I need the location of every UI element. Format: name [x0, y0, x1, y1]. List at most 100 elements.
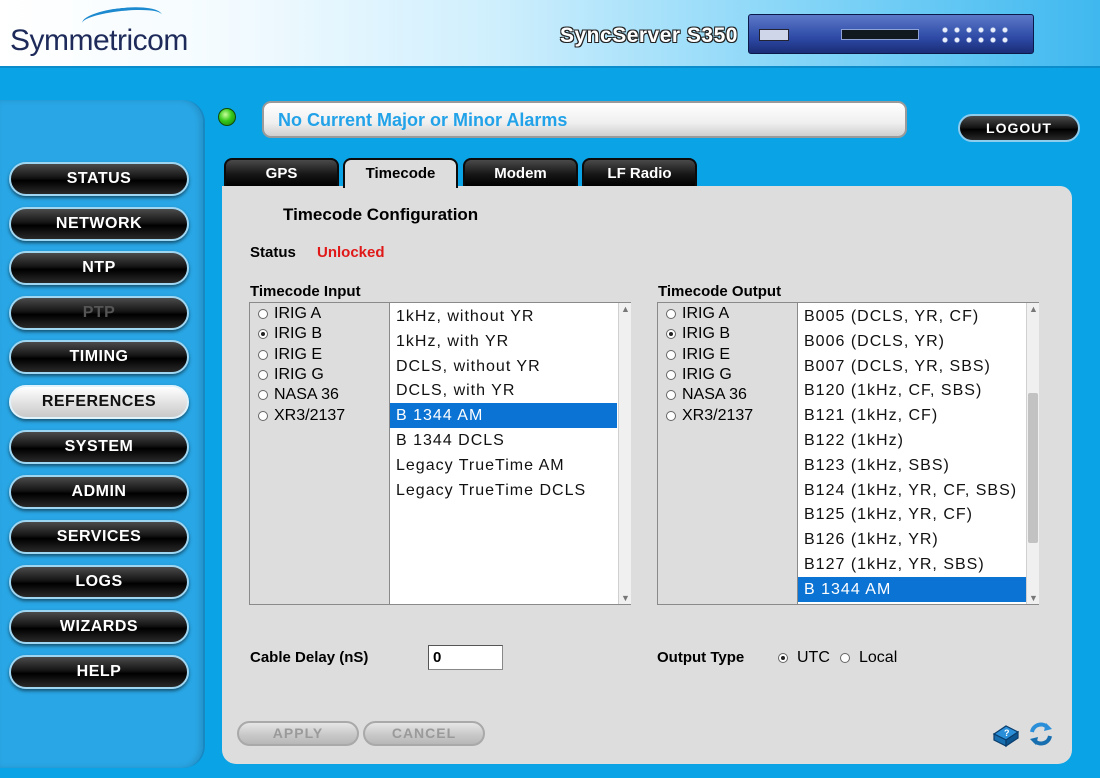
radio-icon[interactable]: [666, 349, 676, 360]
cancel-button[interactable]: CANCEL: [363, 721, 485, 746]
radio-icon[interactable]: [258, 349, 268, 360]
radio-label: IRIG A: [274, 305, 322, 322]
scroll-down-icon[interactable]: ▼: [619, 592, 631, 604]
device-display: [841, 29, 919, 40]
page-title: Timecode Configuration: [283, 205, 479, 224]
input-list-scrollbar[interactable]: ▲ ▼: [618, 303, 631, 604]
list-item[interactable]: 1kHz, with YR: [390, 329, 617, 354]
timecode-output-label: Timecode Output: [658, 283, 782, 300]
radio-label: IRIG G: [682, 365, 732, 383]
apply-button[interactable]: APPLY: [237, 721, 359, 746]
refresh-icon[interactable]: [1027, 720, 1055, 748]
scroll-down-icon[interactable]: ▼: [1027, 592, 1039, 604]
input-format-xr3-2137[interactable]: XR3/2137: [258, 406, 345, 426]
product-name: SyncServer S350: [560, 24, 738, 47]
radio-icon[interactable]: [666, 309, 676, 319]
input-format-nasa-36[interactable]: NASA 36: [258, 385, 339, 405]
list-item[interactable]: Legacy TrueTime DCLS: [390, 478, 617, 503]
list-item[interactable]: DCLS, with YR: [390, 378, 617, 403]
radio-icon[interactable]: [778, 653, 788, 663]
list-item[interactable]: B125 (1kHz, YR, CF): [798, 502, 1027, 527]
output-format-irig-e[interactable]: IRIG E: [666, 345, 730, 365]
list-item[interactable]: B 1344 DCLS: [390, 428, 617, 453]
output-format-xr3-2137[interactable]: XR3/2137: [666, 406, 753, 426]
output-options-list[interactable]: B 1344 AM B127 (1kHz, YR, SBS) B126 (1kHz,…: [797, 303, 1039, 604]
svg-text:?: ?: [1004, 728, 1010, 738]
radio-label: NASA 36: [682, 386, 747, 404]
radio-icon[interactable]: [666, 329, 676, 340]
sidebar-item-system[interactable]: SYSTEM: [9, 430, 189, 464]
help-book-icon[interactable]: ?: [992, 720, 1020, 748]
radio-icon[interactable]: [258, 369, 268, 380]
sidebar-item-ntp[interactable]: NTP: [9, 251, 189, 285]
radio-icon[interactable]: [666, 390, 676, 401]
input-format-irig-b[interactable]: IRIG B: [258, 324, 322, 344]
radio-icon[interactable]: [840, 653, 850, 663]
scroll-up-icon[interactable]: ▲: [1027, 303, 1039, 315]
radio-label: IRIG E: [274, 345, 323, 363]
radio-icon[interactable]: [258, 410, 268, 421]
radio-icon[interactable]: [258, 309, 268, 319]
input-format-irig-e[interactable]: IRIG E: [258, 345, 322, 365]
timecode-panel: Timecode Configuration Status Unlocked T…: [222, 186, 1072, 764]
status-label: Status: [250, 244, 296, 261]
cable-delay-input[interactable]: 0: [428, 645, 503, 670]
tab-gps[interactable]: GPS: [224, 158, 339, 186]
output-format-irig-g[interactable]: IRIG G: [666, 365, 732, 385]
list-item[interactable]: B006 (DCLS, YR): [798, 329, 1027, 354]
output-format-irig-b[interactable]: IRIG B: [666, 324, 730, 344]
list-item[interactable]: 1kHz, without YR: [390, 304, 617, 329]
output-type-local[interactable]: Local: [840, 648, 897, 668]
output-format-nasa-36[interactable]: NASA 36: [666, 385, 747, 405]
radio-icon[interactable]: [258, 390, 268, 401]
sidebar-item-references[interactable]: REFERENCES: [9, 385, 189, 419]
list-item[interactable]: B007 (DCLS, YR, SBS): [798, 354, 1027, 379]
sidebar-item-network[interactable]: NETWORK: [9, 207, 189, 241]
sidebar-item-status[interactable]: STATUS: [9, 162, 189, 196]
input-options-list[interactable]: Legacy TrueTime DCLS Legacy TrueTime AM B …: [389, 303, 631, 604]
sidebar-item-help[interactable]: HELP: [9, 655, 189, 689]
list-item[interactable]: B126 (1kHz, YR): [798, 527, 1027, 552]
timecode-output-group: IRIG A IRIG B IRIG E IRIG G NASA 36 XR3/2137 …: [657, 302, 1039, 605]
status-value: Unlocked: [317, 244, 385, 261]
list-item[interactable]: B123 (1kHz, SBS): [798, 453, 1027, 478]
list-item[interactable]: B127 (1kHz, YR, SBS): [798, 552, 1027, 577]
list-item[interactable]: DCLS, without YR: [390, 354, 617, 379]
list-item[interactable]: B 1344 AM: [390, 403, 617, 429]
output-type-utc[interactable]: UTC: [778, 648, 830, 668]
sidebar-item-timing[interactable]: TIMING: [9, 340, 189, 374]
tab-timecode[interactable]: Timecode: [343, 158, 458, 188]
list-item[interactable]: B121 (1kHz, CF): [798, 403, 1027, 428]
radio-icon[interactable]: [258, 329, 268, 340]
device-buttons: [939, 25, 1009, 45]
radio-icon[interactable]: [666, 369, 676, 380]
input-format-irig-g[interactable]: IRIG G: [258, 365, 324, 385]
scroll-thumb[interactable]: [1028, 393, 1038, 543]
device-image: [748, 14, 1034, 54]
sidebar-item-services[interactable]: SERVICES: [9, 520, 189, 554]
list-item[interactable]: Legacy TrueTime AM: [390, 453, 617, 478]
radio-label: IRIG B: [274, 325, 323, 343]
output-list-scrollbar[interactable]: ▲ ▼: [1026, 303, 1039, 604]
radio-label: IRIG B: [682, 325, 731, 343]
sidebar-item-admin[interactable]: ADMIN: [9, 475, 189, 509]
list-item[interactable]: B124 (1kHz, YR, CF, SBS): [798, 478, 1027, 503]
tab-modem[interactable]: Modem: [463, 158, 578, 186]
sidebar-item-ptp[interactable]: PTP: [9, 296, 189, 330]
list-item[interactable]: B120 (1kHz, CF, SBS): [798, 378, 1027, 403]
input-format-irig-a[interactable]: IRIG A: [258, 304, 321, 324]
logout-button[interactable]: LOGOUT: [958, 114, 1080, 142]
output-type-local-label: Local: [859, 649, 898, 666]
sidebar-item-logs[interactable]: LOGS: [9, 565, 189, 599]
timecode-input-label: Timecode Input: [250, 283, 361, 300]
list-item[interactable]: B005 (DCLS, YR, CF): [798, 304, 1027, 329]
radio-label: XR3/2137: [682, 406, 754, 424]
radio-icon[interactable]: [666, 410, 676, 421]
output-format-irig-a[interactable]: IRIG A: [666, 304, 729, 324]
radio-label: XR3/2137: [274, 406, 346, 424]
scroll-up-icon[interactable]: ▲: [619, 303, 631, 315]
list-item[interactable]: B 1344 AM: [798, 576, 1027, 602]
list-item[interactable]: B122 (1kHz): [798, 428, 1027, 453]
tab-lf-radio[interactable]: LF Radio: [582, 158, 697, 186]
sidebar-item-wizards[interactable]: WIZARDS: [9, 610, 189, 644]
